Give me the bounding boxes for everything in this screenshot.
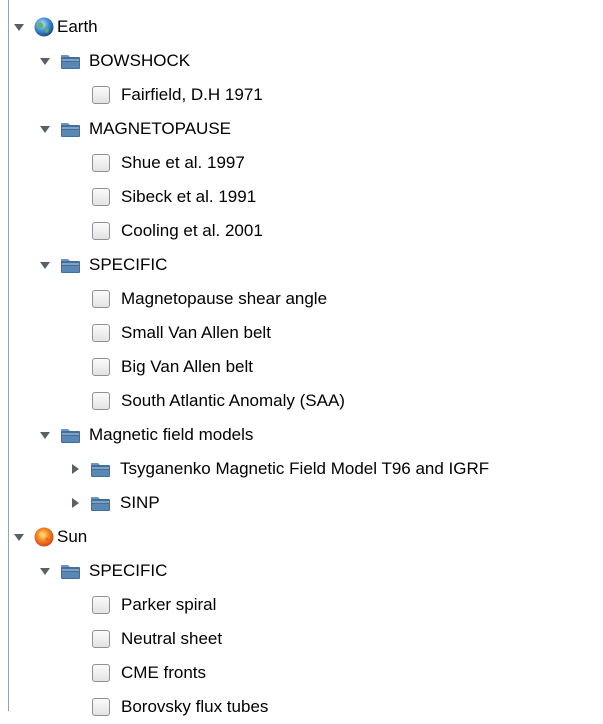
tree-row-sibeck-et-al-1991[interactable]: Sibeck et al. 1991 <box>9 180 603 214</box>
tree-row-specific[interactable]: SPECIFIC <box>9 248 603 282</box>
tree-label: SINP <box>120 493 160 512</box>
folder-icon <box>59 424 81 446</box>
tree-row-sinp[interactable]: SINP <box>9 486 603 520</box>
tree-label: SPECIFIC <box>89 561 168 580</box>
collapse-toggle-icon[interactable] <box>13 21 25 33</box>
tree-row-cme-fronts[interactable]: CME fronts <box>9 656 603 690</box>
checkbox[interactable] <box>92 664 110 682</box>
folder-icon <box>59 254 81 276</box>
tree-label: Fairfield, D.H 1971 <box>121 85 263 104</box>
tree-row-magnetopause[interactable]: MAGNETOPAUSE <box>9 112 603 146</box>
tree-panel: Earth BOWSHOCK Fairfield, D.H 1971 MAGNETOP… <box>8 0 603 716</box>
tree-row-neutral-sheet[interactable]: Neutral sheet <box>9 622 603 656</box>
tree-label: Parker spiral <box>121 595 217 614</box>
tree-label: MAGNETOPAUSE <box>89 119 232 138</box>
checkbox[interactable] <box>92 698 110 716</box>
checkbox[interactable] <box>92 392 110 410</box>
tree-label: Borovsky flux tubes <box>121 697 269 716</box>
folder-icon <box>89 492 111 514</box>
checkbox[interactable] <box>92 324 110 342</box>
tree-row-tsyganenko-magnetic-field-model-t96-and-igrf[interactable]: Tsyganenko Magnetic Field Model T96 and … <box>9 452 603 486</box>
tree-label: Cooling et al. 2001 <box>121 221 263 240</box>
checkbox[interactable] <box>92 188 110 206</box>
tree-row-magnetic-field-models[interactable]: Magnetic field models <box>9 418 603 452</box>
tree-row-specific[interactable]: SPECIFIC <box>9 554 603 588</box>
expand-toggle-icon[interactable] <box>69 497 81 509</box>
tree-label: Magnetopause shear angle <box>121 289 328 308</box>
checkbox[interactable] <box>92 630 110 648</box>
checkbox[interactable] <box>92 86 110 104</box>
checkbox[interactable] <box>92 596 110 614</box>
checkbox[interactable] <box>92 290 110 308</box>
tree-row-small-van-allen-belt[interactable]: Small Van Allen belt <box>9 316 603 350</box>
tree-label: Earth <box>57 17 98 36</box>
tree-row-sun[interactable]: Sun <box>9 520 603 554</box>
tree-row-big-van-allen-belt[interactable]: Big Van Allen belt <box>9 350 603 384</box>
tree-row-magnetopause-shear-angle[interactable]: Magnetopause shear angle <box>9 282 603 316</box>
expand-toggle-icon[interactable] <box>69 463 81 475</box>
tree-row-parker-spiral[interactable]: Parker spiral <box>9 588 603 622</box>
earth-globe-icon <box>33 16 55 38</box>
tree-label: BOWSHOCK <box>89 51 191 70</box>
tree-label: Magnetic field models <box>89 425 254 444</box>
tree-label: CME fronts <box>121 663 207 682</box>
collapse-toggle-icon[interactable] <box>39 429 51 441</box>
tree-label: Big Van Allen belt <box>121 357 253 376</box>
tree-row-earth[interactable]: Earth <box>9 10 603 44</box>
tree-row-bowshock[interactable]: BOWSHOCK <box>9 44 603 78</box>
folder-icon <box>89 458 111 480</box>
collapse-toggle-icon[interactable] <box>39 565 51 577</box>
layer-tree[interactable]: Earth BOWSHOCK Fairfield, D.H 1971 MAGNETOP… <box>9 10 603 724</box>
checkbox[interactable] <box>92 154 110 172</box>
collapse-toggle-icon[interactable] <box>13 531 25 543</box>
tree-label: South Atlantic Anomaly (SAA) <box>121 391 345 410</box>
collapse-toggle-icon[interactable] <box>39 259 51 271</box>
tree-label: Neutral sheet <box>121 629 223 648</box>
collapse-toggle-icon[interactable] <box>39 55 51 67</box>
tree-label: Sun <box>57 527 88 546</box>
tree-row-south-atlantic-anomaly-saa[interactable]: South Atlantic Anomaly (SAA) <box>9 384 603 418</box>
tree-row-borovsky-flux-tubes[interactable]: Borovsky flux tubes <box>9 690 603 724</box>
checkbox[interactable] <box>92 358 110 376</box>
tree-label: Shue et al. 1997 <box>121 153 245 172</box>
tree-label: Small Van Allen belt <box>121 323 271 342</box>
tree-row-fairfield-d-h-1971[interactable]: Fairfield, D.H 1971 <box>9 78 603 112</box>
tree-row-shue-et-al-1997[interactable]: Shue et al. 1997 <box>9 146 603 180</box>
folder-icon <box>59 560 81 582</box>
tree-row-cooling-et-al-2001[interactable]: Cooling et al. 2001 <box>9 214 603 248</box>
checkbox[interactable] <box>92 222 110 240</box>
folder-icon <box>59 50 81 72</box>
collapse-toggle-icon[interactable] <box>39 123 51 135</box>
tree-label: Tsyganenko Magnetic Field Model T96 and … <box>120 459 490 478</box>
tree-label: Sibeck et al. 1991 <box>121 187 257 206</box>
tree-label: SPECIFIC <box>89 255 168 274</box>
sun-icon <box>33 526 55 548</box>
folder-icon <box>59 118 81 140</box>
